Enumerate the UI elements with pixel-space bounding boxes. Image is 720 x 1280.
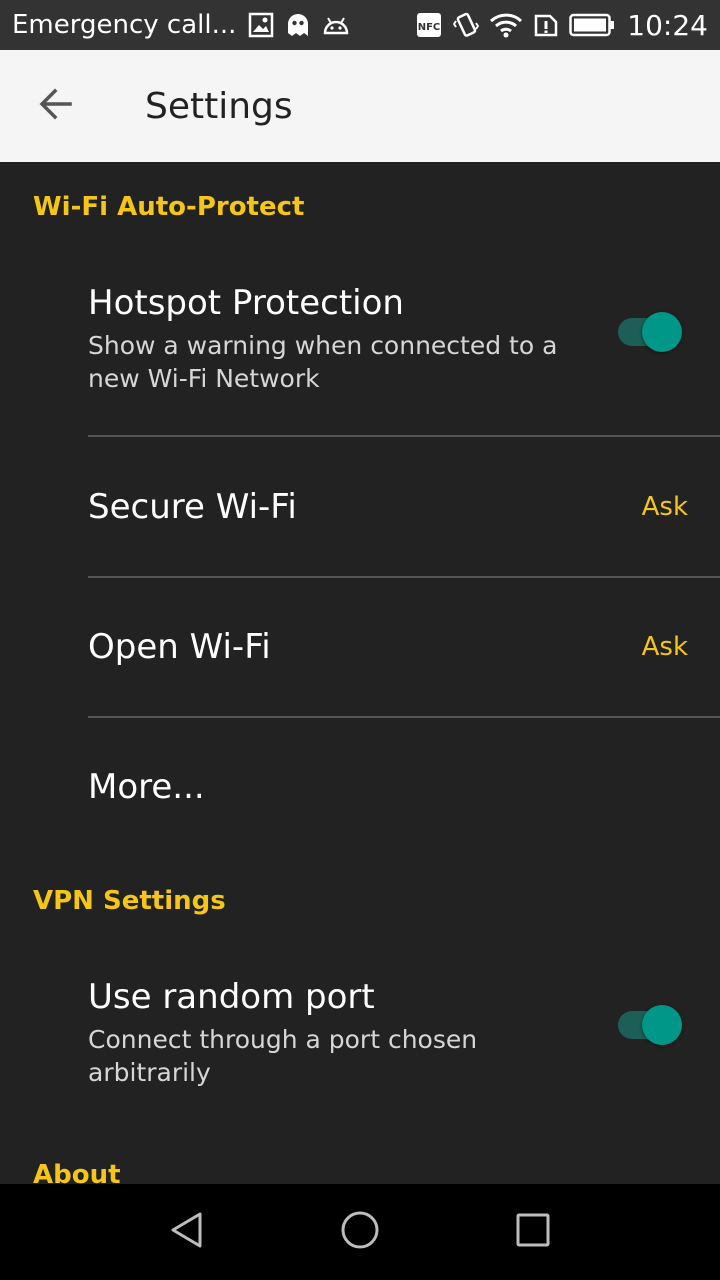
- app-bar: Settings: [0, 50, 720, 162]
- toggle-thumb: [642, 1005, 682, 1045]
- back-triangle-icon: [167, 1210, 207, 1254]
- back-button[interactable]: [0, 50, 112, 162]
- divider: [88, 435, 720, 437]
- nav-home-button[interactable]: [320, 1192, 400, 1272]
- section-header-wifi: Wi-Fi Auto-Protect: [33, 192, 305, 222]
- carrier-text: Emergency call...: [12, 10, 237, 40]
- open-wifi-value: Ask: [641, 632, 688, 662]
- random-port-toggle[interactable]: [618, 1003, 682, 1047]
- page-title: Settings: [145, 85, 293, 127]
- section-header-about: About: [33, 1160, 121, 1184]
- section-header-vpn: VPN Settings: [33, 886, 226, 916]
- open-wifi-title: Open Wi-Fi: [88, 627, 271, 667]
- recents-square-icon: [515, 1212, 551, 1252]
- secure-wifi-title: Secure Wi-Fi: [88, 487, 297, 527]
- settings-list[interactable]: Wi-Fi Auto-Protect Hotspot Protection Sh…: [0, 162, 720, 1184]
- hotspot-protection-summary: Show a warning when connected to a new W…: [88, 331, 558, 393]
- secure-wifi-value: Ask: [641, 492, 688, 522]
- navigation-bar: [0, 1184, 720, 1280]
- nav-back-button[interactable]: [147, 1192, 227, 1272]
- clock: 10:24: [627, 8, 708, 42]
- more-title: More...: [88, 767, 205, 807]
- more-pref[interactable]: More...: [88, 718, 720, 856]
- arrow-back-icon: [38, 86, 74, 126]
- nfc-icon: NFC: [415, 11, 443, 39]
- wifi-icon: [489, 12, 523, 38]
- nav-recents-button[interactable]: [493, 1192, 573, 1272]
- open-wifi-pref[interactable]: Open Wi-Fi Ask: [88, 578, 720, 716]
- image-icon: [248, 12, 274, 38]
- toggle-thumb: [642, 312, 682, 352]
- battery-icon: [569, 13, 615, 37]
- status-bar: Emergency call... NFC 10:24: [0, 0, 720, 50]
- ghost-icon: [286, 12, 310, 38]
- home-circle-icon: [340, 1210, 380, 1254]
- svg-text:NFC: NFC: [418, 22, 441, 33]
- sim-alert-icon: [533, 12, 559, 38]
- android-icon: [322, 14, 350, 36]
- vibrate-icon: [453, 11, 480, 39]
- hotspot-protection-toggle[interactable]: [618, 310, 682, 354]
- secure-wifi-pref[interactable]: Secure Wi-Fi Ask: [88, 438, 720, 576]
- random-port-summary: Connect through a port chosen arbitraril…: [88, 1025, 478, 1087]
